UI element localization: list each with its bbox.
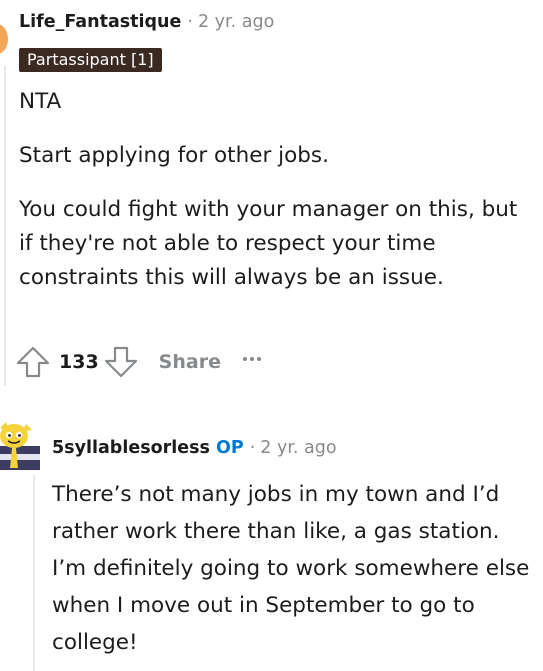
user-avatar[interactable]	[0, 24, 8, 54]
downvote-button[interactable]	[103, 344, 139, 380]
comment-action-bar: 133 Share	[15, 342, 261, 382]
comment-paragraph: There’s not many jobs in my town and I’d…	[52, 482, 530, 655]
comment-body: There’s not many jobs in my town and I’d…	[52, 476, 537, 661]
comment-paragraph: You could fight with your manager on thi…	[19, 197, 518, 290]
username-link[interactable]: 5syllablesorless	[52, 438, 210, 458]
upvote-button[interactable]	[15, 344, 51, 380]
comment-header: Life_Fantastique · 2 yr. ago	[19, 9, 274, 35]
ellipsis-icon	[242, 357, 247, 361]
username-link[interactable]: Life_Fantastique	[19, 12, 181, 32]
meta-separator: ·	[187, 12, 193, 32]
meta-separator: ·	[249, 438, 256, 458]
comment-header: 5syllablesorless OP · 2 yr. ago	[52, 434, 337, 462]
share-button[interactable]: Share	[159, 351, 221, 373]
vote-score: 133	[59, 351, 99, 373]
ellipsis-icon	[249, 357, 254, 361]
more-options-button[interactable]	[242, 347, 261, 371]
thread-line[interactable]	[4, 66, 6, 386]
timestamp[interactable]: 2 yr. ago	[198, 12, 274, 32]
timestamp[interactable]: 2 yr. ago	[260, 438, 336, 458]
comment-body: NTA Start applying for other jobs. You c…	[19, 85, 534, 295]
arrow-up-outline-icon	[16, 346, 50, 378]
user-flair: Partassipant [1]	[19, 48, 162, 72]
ellipsis-icon	[256, 357, 261, 361]
arrow-down-outline-icon	[104, 346, 137, 378]
comment-paragraph: NTA	[19, 89, 62, 114]
snoo-avatar-icon[interactable]	[0, 420, 40, 470]
thread-line[interactable]	[33, 475, 35, 671]
comment-paragraph: Start applying for other jobs.	[19, 143, 329, 168]
op-badge: OP	[215, 438, 244, 458]
